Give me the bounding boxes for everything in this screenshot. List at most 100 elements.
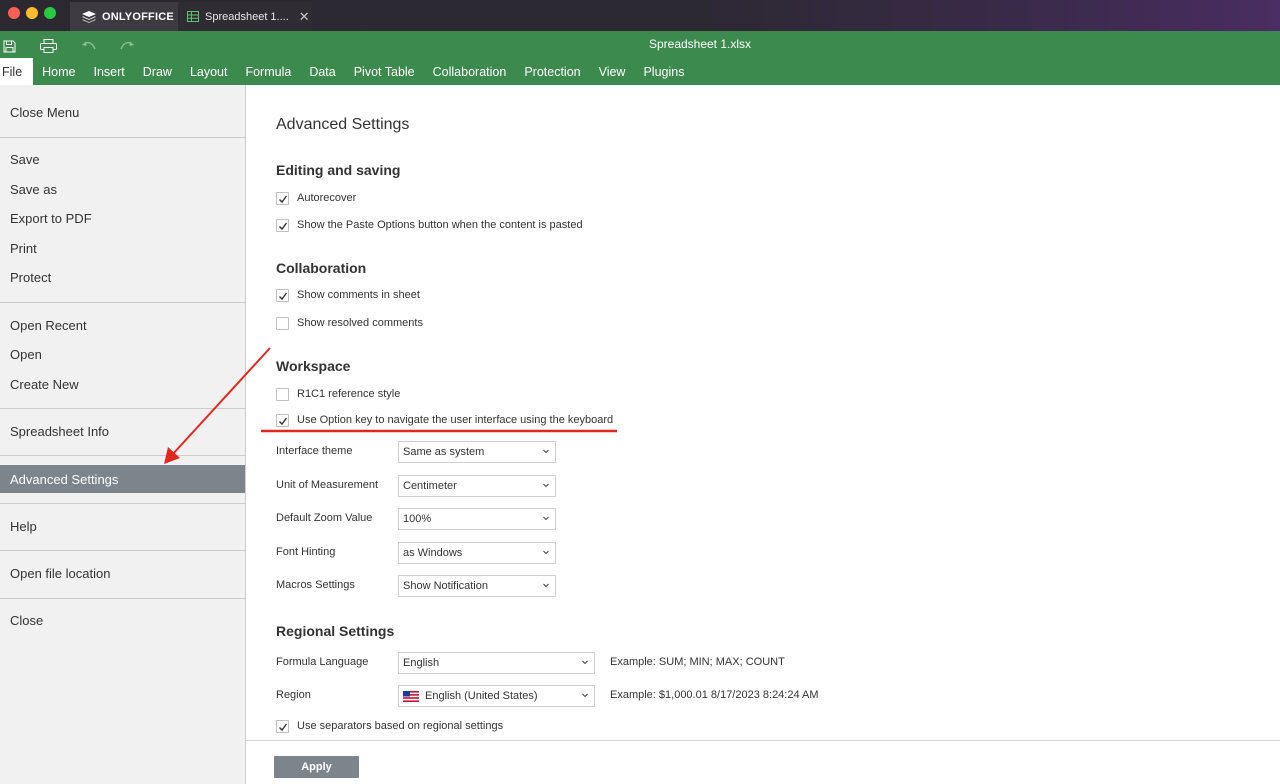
sidebar-item-save[interactable]: Save (0, 145, 245, 174)
window-close-button[interactable] (8, 7, 20, 19)
sidebar-item-create-new[interactable]: Create New (0, 370, 245, 399)
sidebar-item-close-menu[interactable]: Close Menu (0, 98, 245, 127)
zoom-value: 100% (403, 513, 432, 525)
separators-checkbox[interactable] (276, 719, 289, 733)
sidebar-item-help[interactable]: Help (0, 512, 245, 541)
option-key-checkbox[interactable] (276, 413, 289, 427)
tab-pivot-table[interactable]: Pivot Table (345, 58, 424, 85)
interface-theme-label: Interface theme (276, 445, 353, 457)
document-tab-label: Spreadsheet 1.... (205, 10, 289, 23)
tab-file[interactable]: File (0, 58, 34, 85)
apply-button[interactable]: Apply (274, 756, 359, 778)
formula-language-select[interactable]: English (398, 652, 595, 674)
checkmark-icon (279, 222, 288, 230)
tab-insert[interactable]: Insert (85, 58, 134, 85)
region-label: Region (276, 689, 311, 701)
macros-label: Macros Settings (276, 579, 355, 591)
unit-select[interactable]: Centimeter (398, 475, 556, 497)
tab-data[interactable]: Data (300, 58, 344, 85)
formula-language-example: Example: SUM; MIN; MAX; COUNT (610, 656, 785, 668)
document-title: Spreadsheet 1.xlsx (648, 37, 752, 51)
unit-label: Unit of Measurement (276, 479, 379, 491)
tab-plugins[interactable]: Plugins (634, 58, 693, 85)
sidebar-item-open-file-location[interactable]: Open file location (0, 559, 245, 588)
document-tab[interactable]: Spreadsheet 1.... ✕ (178, 2, 312, 31)
autorecover-option: Autorecover (276, 191, 356, 205)
sidebar-item-close[interactable]: Close (0, 606, 245, 635)
checkmark-icon (279, 417, 288, 425)
divider (0, 503, 245, 504)
separators-option: Use separators based on regional setting… (276, 719, 503, 733)
chevron-down-icon (543, 583, 549, 588)
page-title: Advanced Settings (276, 116, 410, 133)
font-hinting-select[interactable]: as Windows (398, 542, 556, 564)
sidebar-item-save-as[interactable]: Save as (0, 175, 245, 204)
section-heading-workspace: Workspace (276, 358, 351, 374)
onlyoffice-logo-icon (82, 10, 96, 23)
font-hinting-label: Font Hinting (276, 546, 336, 558)
sidebar-item-open-recent[interactable]: Open Recent (0, 311, 245, 340)
section-heading-regional: Regional Settings (276, 623, 395, 639)
sidebar-item-advanced-settings[interactable]: Advanced Settings (0, 465, 245, 493)
app-tab-label: ONLYOFFICE (102, 10, 174, 23)
option-key-option: Use Option key to navigate the user inte… (276, 413, 613, 427)
tab-home[interactable]: Home (33, 58, 84, 85)
formula-language-value: English (403, 657, 440, 669)
sidebar-item-print[interactable]: Print (0, 234, 245, 263)
footer-divider (246, 740, 1280, 741)
close-icon[interactable]: ✕ (299, 9, 310, 25)
paste-options-label: Show the Paste Options button when the c… (297, 219, 583, 231)
interface-theme-value: Same as system (403, 446, 485, 458)
region-value: English (United States) (425, 690, 538, 702)
tab-formula[interactable]: Formula (236, 58, 300, 85)
paste-options-checkbox[interactable] (276, 218, 289, 232)
show-resolved-checkbox[interactable] (276, 316, 289, 330)
checkmark-icon (279, 195, 288, 203)
us-flag-icon (403, 690, 419, 702)
tab-view[interactable]: View (590, 58, 635, 85)
formula-language-label: Formula Language (276, 656, 369, 668)
r1c1-checkbox[interactable] (276, 387, 289, 401)
sidebar-item-spreadsheet-info[interactable]: Spreadsheet Info (0, 417, 245, 446)
divider (0, 137, 245, 138)
unit-value: Centimeter (403, 480, 457, 492)
chevron-down-icon (543, 483, 549, 488)
checkmark-icon (279, 292, 288, 300)
section-heading-collaboration: Collaboration (276, 260, 367, 276)
autorecover-label: Autorecover (297, 192, 357, 204)
window-minimize-button[interactable] (26, 7, 38, 19)
sidebar-item-export-pdf[interactable]: Export to PDF (0, 204, 245, 233)
spreadsheet-icon (187, 11, 199, 22)
window-zoom-button[interactable] (44, 7, 56, 19)
chevron-down-icon (543, 550, 549, 555)
show-resolved-label: Show resolved comments (297, 317, 423, 329)
autorecover-checkbox[interactable] (276, 191, 289, 205)
zoom-label: Default Zoom Value (276, 512, 373, 524)
interface-theme-select[interactable]: Same as system (398, 441, 556, 463)
tab-draw[interactable]: Draw (134, 58, 181, 85)
r1c1-option: R1C1 reference style (276, 387, 400, 401)
sidebar-item-open[interactable]: Open (0, 340, 245, 369)
show-resolved-option: Show resolved comments (276, 316, 423, 330)
paste-options-option: Show the Paste Options button when the c… (276, 218, 583, 232)
separators-label: Use separators based on regional setting… (297, 720, 504, 732)
show-comments-label: Show comments in sheet (297, 289, 420, 301)
advanced-settings-panel: Advanced Settings Editing and saving Aut… (246, 85, 1280, 784)
macros-select[interactable]: Show Notification (398, 575, 556, 597)
option-key-label: Use Option key to navigate the user inte… (297, 414, 614, 426)
region-example: Example: $1,000.01 8/17/2023 8:24:24 AM (610, 689, 819, 701)
chevron-down-icon (582, 693, 588, 698)
chevron-down-icon (543, 449, 549, 454)
region-select[interactable]: English (United States) (398, 685, 595, 707)
tab-protection[interactable]: Protection (515, 58, 589, 85)
zoom-select[interactable]: 100% (398, 508, 556, 530)
section-heading-editing: Editing and saving (276, 162, 401, 178)
tab-collaboration[interactable]: Collaboration (424, 58, 516, 85)
tab-layout[interactable]: Layout (181, 58, 237, 85)
sidebar-item-protect[interactable]: Protect (0, 263, 245, 292)
divider (0, 408, 245, 409)
macros-value: Show Notification (403, 580, 488, 592)
window-titlebar: ONLYOFFICE Spreadsheet 1.... ✕ (0, 0, 1280, 31)
app-tab-onlyoffice[interactable]: ONLYOFFICE (70, 2, 178, 31)
show-comments-checkbox[interactable] (276, 288, 289, 302)
